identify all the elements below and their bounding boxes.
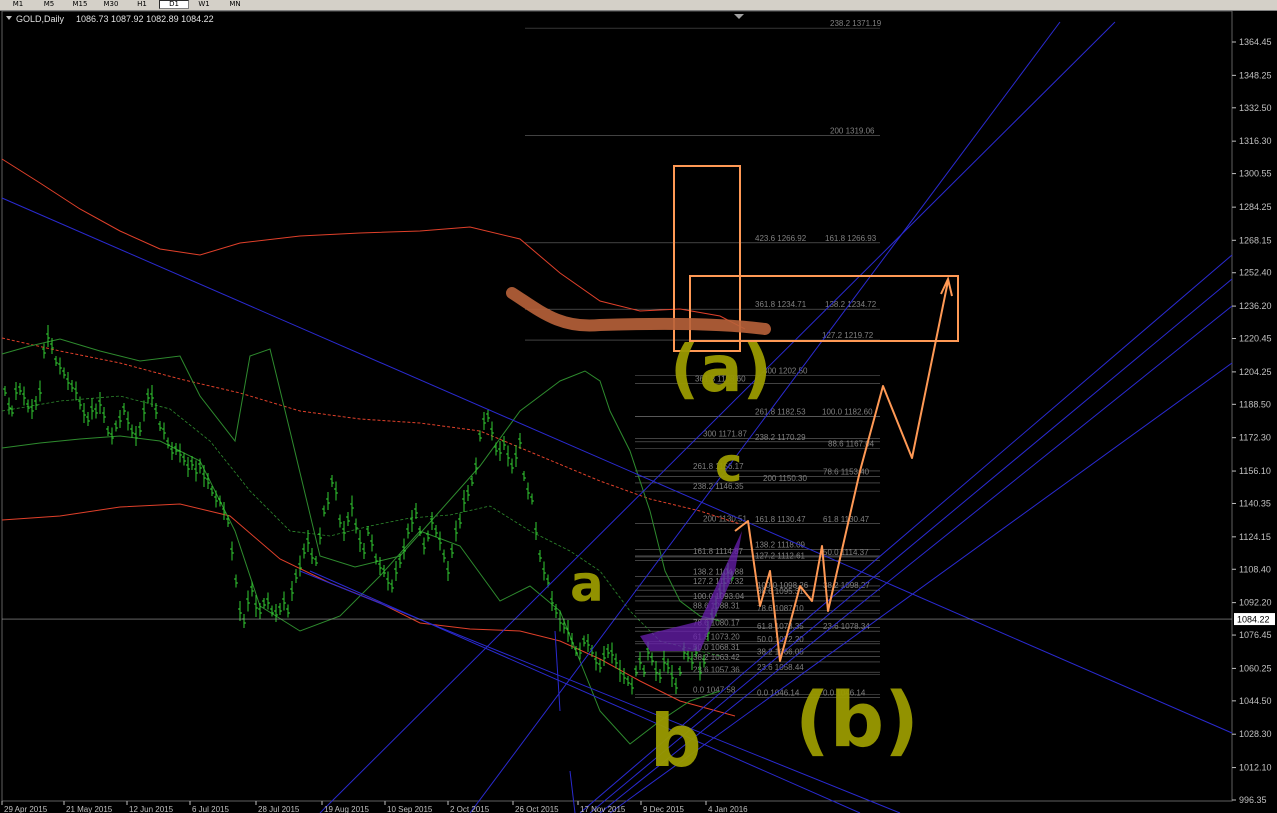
time-tick-label: 12 Jun 2015 xyxy=(129,805,174,813)
fib-level-label: 78.6 1153.40 xyxy=(823,468,870,477)
wave-annotation: (b) xyxy=(795,675,919,764)
bollinger-lower xyxy=(1,435,721,745)
price-tick-label: 1316.30 xyxy=(1239,136,1272,146)
fib-level-label: 423.6 1266.92 xyxy=(755,234,807,243)
price-tick-label: 1172.30 xyxy=(1239,433,1271,443)
price-chart[interactable]: 238.2 1371.19 200 1319.06 423.6 1266.92 161… xyxy=(0,11,1277,813)
fib-level-label: 361.8 1234.71 xyxy=(755,300,807,309)
timeframe-button-m15[interactable]: M15 xyxy=(66,0,94,9)
time-tick-label: 19 Aug 2015 xyxy=(324,805,369,813)
fib-level-label: 161.8 1266.93 xyxy=(825,234,877,243)
fib-level-label: 138.2 1234.72 xyxy=(825,300,877,309)
chart-ohlc: 1086.73 1087.92 1082.89 1084.22 xyxy=(76,14,214,24)
price-tick-label: 1076.45 xyxy=(1239,630,1272,640)
fib-level-label: 138.2 1104.88 xyxy=(693,568,744,577)
timeframe-button-h1[interactable]: H1 xyxy=(128,0,156,9)
fib-level-label: 78.6 1087.10 xyxy=(757,604,804,613)
time-tick-label: 21 May 2015 xyxy=(66,805,113,813)
chart-menu-icon[interactable] xyxy=(6,16,12,20)
time-tick-label: 28 Jul 2015 xyxy=(258,805,300,813)
time-tick-label: 6 Jul 2015 xyxy=(192,805,229,813)
envelope-upper xyxy=(1,158,746,330)
price-tick-label: 1044.50 xyxy=(1239,696,1272,706)
fib-level-label: 38.2 1063.42 xyxy=(693,653,740,662)
price-tick-label: 1252.40 xyxy=(1239,268,1272,278)
price-tick-label: 1364.45 xyxy=(1239,37,1272,47)
fib-level-label: 238.2 1371.19 xyxy=(830,19,882,28)
price-tick-label: 1092.20 xyxy=(1239,598,1272,608)
fib-level-label: 200 1319.06 xyxy=(830,126,875,135)
fib-level-label: 50.0 1114.37 xyxy=(823,548,869,557)
wave-annotation: b xyxy=(650,699,702,783)
price-tick-label: 1108.40 xyxy=(1239,564,1271,574)
price-tick-label: 996.35 xyxy=(1239,795,1267,805)
timeframe-toolbar: M1 M5 M15 M30 H1 D1 W1 MN xyxy=(0,0,1277,11)
fib-level-label: 161.8 1130.47 xyxy=(755,515,806,524)
fib-level-label: 50.0 1072.20 xyxy=(757,635,804,644)
wave-annotation: c xyxy=(715,438,742,492)
price-tick-label: 1236.20 xyxy=(1239,301,1272,311)
price-tick-label: 1284.25 xyxy=(1239,202,1272,212)
price-tick-label: 1188.50 xyxy=(1239,399,1271,409)
price-tick-label: 1268.15 xyxy=(1239,235,1272,245)
bollinger-middle xyxy=(1,395,721,657)
fib-level-label: 261.8 1182.53 xyxy=(755,408,806,417)
price-tick-label: 1124.15 xyxy=(1239,532,1271,542)
chart-symbol: GOLD,Daily xyxy=(16,14,65,24)
fib-level-label: 0.0 1046.14 xyxy=(757,688,800,697)
chart-shift-icon[interactable] xyxy=(734,14,744,19)
plot-frame xyxy=(1,11,1233,802)
fib-level-label: 200 1150.30 xyxy=(763,474,807,483)
wave-annotation: a xyxy=(570,555,604,613)
price-tick-label: 1012.10 xyxy=(1239,763,1272,773)
timeframe-button-mn[interactable]: MN xyxy=(221,0,249,9)
price-tick-label: 1140.35 xyxy=(1239,498,1271,508)
fib-level-label: 138.2 1118.09 xyxy=(755,540,806,549)
timeframe-button-d1[interactable]: D1 xyxy=(159,0,189,9)
bollinger-upper xyxy=(1,338,721,622)
fib-level-label: 100.0 1182.60 xyxy=(822,407,873,416)
price-tick-label: 1332.50 xyxy=(1239,103,1272,113)
fib-level-label: 238.2 1170.29 xyxy=(755,433,806,442)
time-tick-label: 4 Jan 2016 xyxy=(708,805,748,813)
time-tick-label: 17 Nov 2015 xyxy=(580,805,626,813)
timeframe-button-m5[interactable]: M5 xyxy=(35,0,63,9)
trend-line[interactable] xyxy=(569,770,576,813)
moving-average-200 xyxy=(1,337,741,525)
time-tick-label: 10 Sep 2015 xyxy=(387,805,433,813)
price-tick-label: 1300.55 xyxy=(1239,169,1272,179)
price-tick-label: 1204.25 xyxy=(1239,367,1272,377)
wave-annotation: (a) xyxy=(670,333,772,407)
trend-line[interactable] xyxy=(554,630,561,712)
time-tick-label: 9 Dec 2015 xyxy=(643,805,684,813)
price-tick-label: 1220.45 xyxy=(1239,334,1272,344)
current-price-label: 1084.22 xyxy=(1237,615,1270,625)
price-tick-label: 1060.25 xyxy=(1239,663,1272,673)
timeframe-button-m30[interactable]: M30 xyxy=(97,0,125,9)
timeframe-button-m1[interactable]: M1 xyxy=(4,0,32,9)
price-tick-label: 1156.10 xyxy=(1239,466,1271,476)
time-tick-label: 2 Oct 2015 xyxy=(450,805,490,813)
timeframe-button-w1[interactable]: W1 xyxy=(190,0,218,9)
time-tick-label: 26 Oct 2015 xyxy=(515,805,559,813)
fib-level-label: 127.2 1219.72 xyxy=(822,331,874,340)
time-tick-label: 29 Apr 2015 xyxy=(4,805,48,813)
price-tick-label: 1348.25 xyxy=(1239,70,1272,80)
fib-level-label: 61.8 1130.47 xyxy=(823,515,870,524)
fib-level-label: 127.2 1112.61 xyxy=(755,552,806,561)
price-tick-label: 1028.30 xyxy=(1239,729,1272,739)
